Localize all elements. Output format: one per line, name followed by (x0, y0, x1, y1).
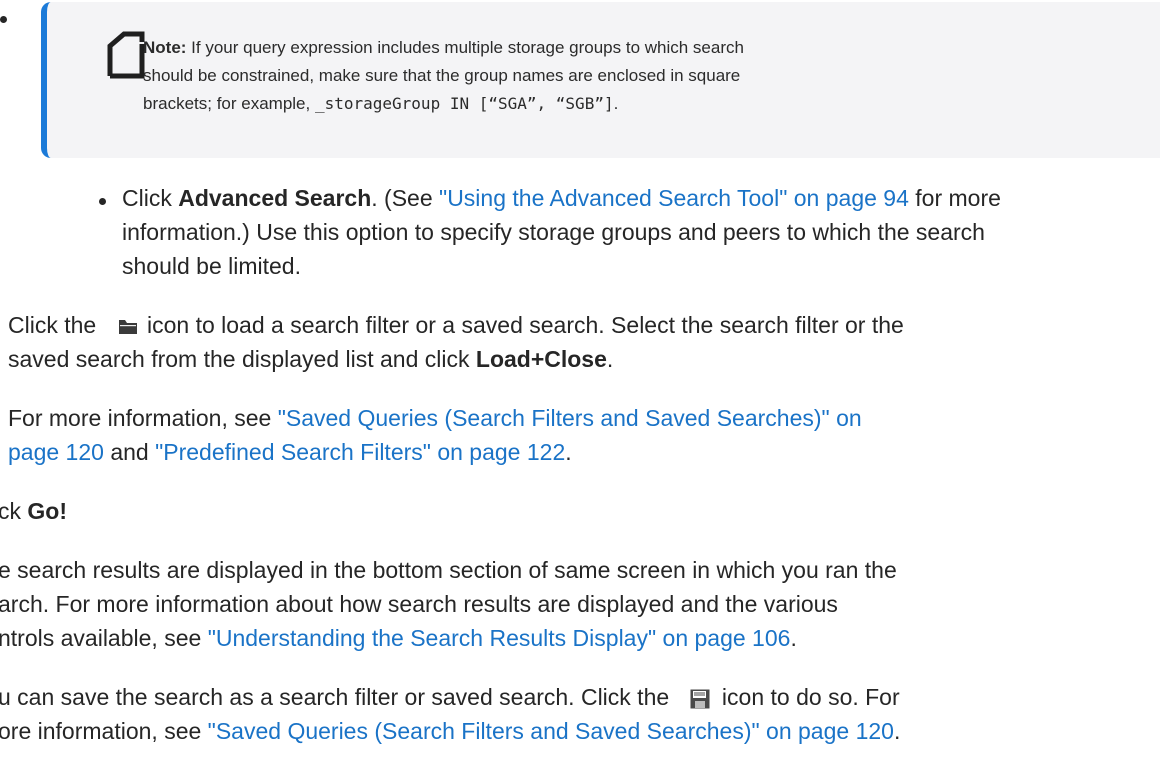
text: . (565, 439, 572, 465)
text: u can save the search as a search filter… (0, 684, 676, 710)
advanced-search-line-2: information.) Use this option to specify… (122, 219, 985, 245)
load-search-para: Click the icon to load a search filter o… (8, 308, 904, 342)
bullet (99, 198, 106, 205)
text: . (790, 625, 797, 651)
more-info-para: For more information, see "Saved Queries… (8, 401, 862, 435)
results-line-3: ntrols available, see "Understanding the… (0, 621, 797, 655)
note-line-1: If your query expression includes multip… (186, 38, 744, 57)
text: Click (122, 185, 179, 211)
load-close-label: Load+Close (475, 346, 607, 372)
note-line-3: brackets; for example, (143, 94, 315, 113)
advanced-search-line-3: should be limited. (122, 253, 301, 279)
saved-queries-link[interactable]: "Saved Queries (Search Filters and Saved… (278, 405, 862, 431)
text: ck (0, 498, 28, 524)
text: for more (908, 185, 1001, 211)
results-line-1: e search results are displayed in the bo… (0, 557, 897, 583)
results-display-link[interactable]: "Understanding the Search Results Displa… (208, 625, 791, 651)
text: icon to do so. For (715, 684, 900, 710)
note-text: Note: If your query expression includes … (143, 34, 1133, 118)
save-para: u can save the search as a search filter… (0, 680, 900, 714)
folder-icon (118, 319, 137, 334)
save-line-2: ore information, see "Saved Queries (Sea… (0, 714, 900, 748)
note-label: Note: (143, 38, 187, 57)
more-info-line-2: page 120 and "Predefined Search Filters"… (8, 435, 572, 469)
bullet (0, 16, 7, 23)
text: . (606, 346, 614, 372)
text: ntrols available, see (0, 625, 208, 651)
text: saved search from the displayed list and… (8, 346, 476, 372)
saved-queries-link-2[interactable]: "Saved Queries (Search Filters and Saved… (208, 718, 894, 744)
note-icon (107, 31, 145, 79)
text: For more information, see (8, 405, 278, 431)
load-search-line-2: saved search from the displayed list and… (8, 342, 613, 376)
advanced-search-para: Click Advanced Search. (See "Using the A… (122, 181, 1001, 215)
text: ore information, see (0, 718, 208, 744)
text: icon to load a search filter or a saved … (140, 312, 904, 338)
text: and (103, 439, 156, 465)
results-line-2: arch. For more information about how sea… (0, 591, 838, 617)
advanced-search-label: Advanced Search (178, 185, 372, 211)
text: . (893, 718, 901, 744)
text: . (See (371, 185, 440, 211)
advanced-search-link[interactable]: "Using the Advanced Search Tool" on page… (439, 185, 909, 211)
save-icon (690, 689, 710, 709)
go-para: ck Go! (0, 494, 67, 528)
note-line-2: should be constrained, make sure that th… (143, 66, 741, 85)
go-label: Go! (27, 498, 67, 524)
predefined-filters-link[interactable]: "Predefined Search Filters" on page 122 (155, 439, 565, 465)
note-code: _storageGroup IN [“SGA”, “SGB”] (314, 94, 614, 113)
saved-queries-link-page[interactable]: page 120 (8, 439, 104, 465)
note-period: . (613, 94, 619, 113)
text: Click the (8, 312, 103, 338)
